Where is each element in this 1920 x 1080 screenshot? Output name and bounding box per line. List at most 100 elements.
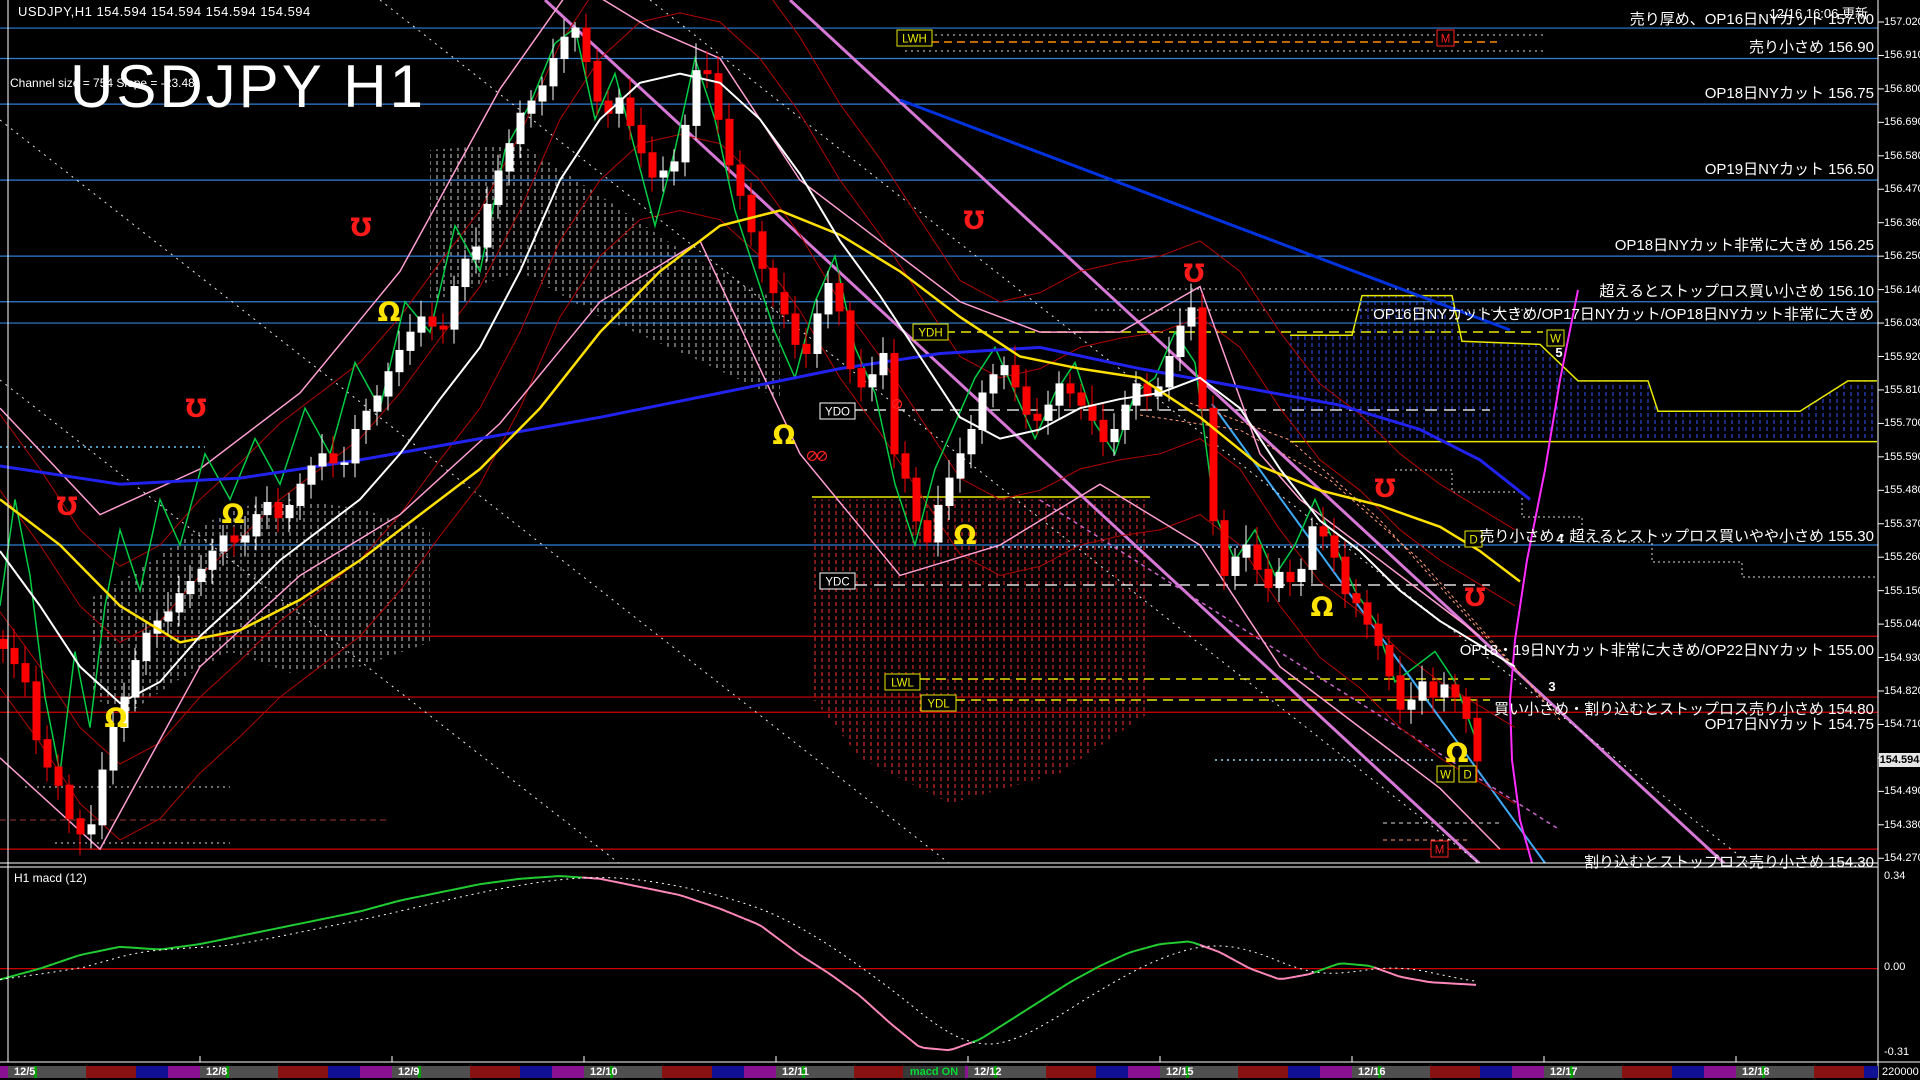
price-tick-label: 155.480 [1884, 484, 1920, 497]
macd-panel [0, 875, 1878, 1052]
date-label: 12/16 [1358, 1066, 1386, 1078]
channel-info-label: Channel size = 754 Slope = -23.48 [10, 76, 195, 90]
session-segment [1288, 1066, 1320, 1078]
sell-signal-icon: Ω [1183, 258, 1204, 287]
date-label: 12/11 [782, 1066, 809, 1078]
red-envelope-lines [0, 0, 1516, 841]
session-segment [1046, 1066, 1096, 1078]
white-step-dashed [1395, 469, 1877, 578]
buy-signal-icon: Ω [954, 520, 977, 551]
session-segment [470, 1066, 520, 1078]
price-tick-label: 154.930 [1884, 651, 1920, 664]
session-segment [1238, 1066, 1288, 1078]
sell-signal-icon: Ω [1464, 582, 1485, 611]
symbol-ohlc-readout: USDJPY,H1 154.594 154.594 154.594 154.59… [18, 4, 311, 19]
order-level-annotation: 売り小さめ・超えるとストップロス買いやや小さめ 155.30 [1479, 528, 1874, 545]
pivot-label-ydl: YDL [927, 699, 950, 711]
pivot-label-lwl: LWL [891, 678, 914, 690]
sell-signal-icon: Ω [963, 205, 984, 234]
buy-signal-icon: Ω [1311, 592, 1334, 623]
price-tick-label: 155.150 [1884, 584, 1920, 597]
countdown-digit: 3 [1548, 679, 1555, 694]
session-segment [712, 1066, 744, 1078]
price-tick-label: 156.360 [1884, 216, 1920, 229]
price-tick-label: 156.910 [1884, 49, 1920, 62]
session-segment [1672, 1066, 1704, 1078]
price-tick-label: 155.810 [1884, 383, 1920, 396]
date-label: 12/10 [590, 1066, 618, 1078]
session-segment [520, 1066, 552, 1078]
pivot-label-w: W [1550, 334, 1561, 346]
price-tick-label: 155.260 [1884, 551, 1920, 564]
sell-signal-icon: Ω [1374, 473, 1395, 502]
session-segment [1430, 1066, 1480, 1078]
date-label: 12/18 [1742, 1066, 1770, 1078]
green-oscillator [0, 26, 1478, 774]
order-level-annotation: OP18・19日NYカット非常に大きめ/OP22日NYカット 155.00 [1459, 642, 1874, 659]
date-label: 12/12 [974, 1066, 1002, 1078]
session-segment [744, 1066, 776, 1078]
macd-indicator-label: H1 macd (12) [14, 871, 87, 885]
macd-tick-label: 0.00 [1884, 961, 1906, 973]
buy-signal-icon: Ω [105, 703, 128, 734]
session-segment [168, 1066, 200, 1078]
session-segment [662, 1066, 712, 1078]
macd-signal-line [0, 877, 1477, 1045]
order-level-annotation: 超えるとストップロス買い小さめ 156.10 [1599, 283, 1874, 300]
date-label: 12/8 [206, 1066, 228, 1078]
order-level-annotation: OP16日NYカット大きめ/OP17日NYカット/OP18日NYカット非常に大き… [1373, 306, 1874, 323]
buy-signal-icon: Ω [222, 499, 245, 530]
buy-signal-icon: Ω [1446, 738, 1469, 769]
price-tick-label: 156.470 [1884, 183, 1920, 196]
session-segment [1480, 1066, 1512, 1078]
session-segment [0, 1066, 8, 1078]
pivot-label-ydh: YDH [918, 328, 942, 340]
session-segment [1864, 1066, 1878, 1078]
price-tick-label: 155.700 [1884, 417, 1920, 430]
pivot-label-w: W [1440, 770, 1451, 782]
cloud-white-mid [430, 143, 780, 400]
pivot-label-lwh: LWH [902, 34, 927, 46]
price-tick-label: 156.580 [1884, 149, 1920, 162]
current-price-box: 154.594 [1879, 753, 1920, 767]
order-level-annotation: 売り厚め、OP16日NYカット 157.00 [1629, 11, 1874, 28]
pivot-label-m: M [1435, 845, 1445, 857]
sell-signal-icon: Ω [185, 393, 206, 422]
volume-readout: 220000 [1882, 1066, 1919, 1078]
session-segment [136, 1066, 168, 1078]
session-segment [1814, 1066, 1864, 1078]
price-tick-label: 156.140 [1884, 283, 1920, 296]
chart-window: Ω Ω Ω Ω Ω Ω Ω Ω Ω Ω Ω Ω Ω Ω LWH M YDH W YDO YDC LWL YDL D W D M 5 4… [0, 0, 1920, 1080]
price-tick-label: 155.040 [1884, 618, 1920, 631]
pivot-label-ydo: YDO [825, 407, 850, 419]
price-tick-label: 154.820 [1884, 685, 1920, 697]
price-tick-label: 155.590 [1884, 450, 1920, 463]
price-tick-label: 156.030 [1884, 317, 1920, 330]
pivot-label-ydc: YDC [825, 577, 849, 589]
order-level-annotation: OP19日NYカット 156.50 [1704, 161, 1874, 178]
session-segment [1128, 1066, 1160, 1078]
date-label: 12/17 [1550, 1066, 1578, 1078]
session-segment [1096, 1066, 1128, 1078]
buy-signal-icon: Ω [378, 297, 401, 328]
price-tick-label: 156.800 [1884, 82, 1920, 95]
session-segment [1622, 1066, 1672, 1078]
sell-signal-icon: Ω [56, 491, 77, 520]
macd-tick-label: -0.31 [1884, 1046, 1910, 1058]
session-segment [552, 1066, 584, 1078]
order-level-annotation: 割り込むとストップロス売り小さめ 154.30 [1583, 854, 1874, 871]
salmon-proj-1 [1139, 414, 1561, 721]
price-tick-label: 154.490 [1884, 785, 1920, 798]
pivot-label-d: D [1463, 770, 1471, 782]
price-tick-label: 155.920 [1884, 350, 1920, 363]
session-segment [86, 1066, 136, 1078]
pivot-label-d: D [1469, 535, 1477, 547]
price-tick-label: 157.020 [1884, 16, 1920, 28]
price-tick-label: 154.710 [1884, 718, 1920, 731]
date-label: 12/5 [14, 1066, 36, 1078]
session-segment [1704, 1066, 1736, 1078]
date-label: 12/15 [1166, 1066, 1194, 1078]
sell-signal-icon: Ω [350, 212, 371, 241]
price-tick-label: 154.270 [1884, 852, 1920, 865]
macd-toggle-button[interactable]: macd ON [903, 1066, 965, 1078]
